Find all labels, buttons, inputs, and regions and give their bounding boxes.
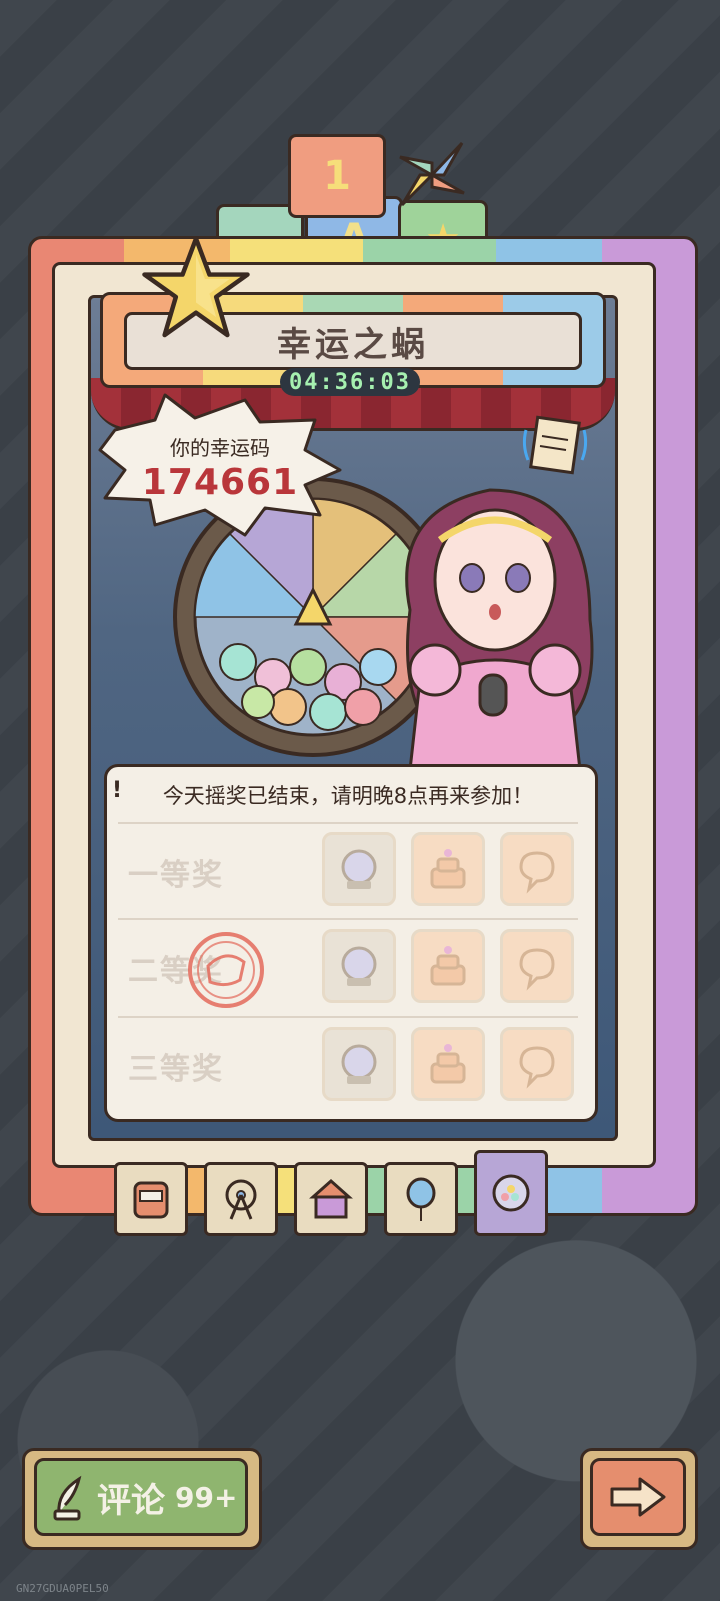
cake-icon <box>430 1044 466 1084</box>
prize-slot[interactable] <box>411 832 485 906</box>
divider <box>118 822 578 824</box>
comment-label: 评论 <box>97 1480 165 1521</box>
build-id: GN27GDUA0PEL50 <box>16 1582 109 1595</box>
prize-slot[interactable] <box>500 929 574 1003</box>
notice-paper-icon[interactable] <box>520 410 590 480</box>
prize-slot[interactable] <box>500 832 574 906</box>
stamp-icon <box>188 932 264 1008</box>
lucky-code-value: 174661 <box>141 462 299 503</box>
globe-icon <box>341 849 377 889</box>
prize-slot[interactable] <box>500 1027 574 1101</box>
lottery-ended-message: 今天摇奖已结束，请明晚8点再来参加！ <box>162 784 534 808</box>
tier-3-label: 三等奖 <box>128 1052 224 1087</box>
divider <box>118 1016 578 1018</box>
globe-icon <box>341 1044 377 1084</box>
tab-slot-machine[interactable] <box>114 1162 188 1236</box>
tab-lottery[interactable] <box>474 1150 548 1236</box>
bubble-icon <box>519 1046 555 1089</box>
bubble-icon <box>519 948 555 991</box>
block-number: 1 <box>288 134 386 218</box>
prize-slot[interactable] <box>322 929 396 1003</box>
tab-ferris-wheel[interactable] <box>204 1162 278 1236</box>
balloon-icon <box>406 1177 436 1221</box>
tier-1-label: 一等奖 <box>128 858 224 893</box>
circus-tent-icon <box>309 1178 353 1219</box>
host-character <box>405 488 594 770</box>
divider <box>118 918 578 920</box>
comment-button[interactable]: 评论 99+ <box>34 1458 248 1536</box>
prize-slot[interactable] <box>322 832 396 906</box>
star-icon <box>142 236 250 338</box>
cake-icon <box>430 946 466 986</box>
ferris-wheel-icon <box>225 1179 257 1220</box>
lucky-code-label: 你的幸运码 <box>170 436 270 460</box>
lottery-ball-icon <box>492 1174 530 1212</box>
prize-slot[interactable] <box>322 1027 396 1101</box>
quill-icon <box>53 1475 82 1521</box>
pinwheel-icon <box>399 141 465 207</box>
bubble-icon <box>519 851 555 894</box>
arrow-right-icon <box>610 1477 666 1517</box>
slot-machine-icon <box>133 1181 169 1219</box>
prize-slot[interactable] <box>411 929 485 1003</box>
page-title: 幸运之蜗 <box>277 324 429 365</box>
globe-icon <box>341 946 377 986</box>
prize-slot[interactable] <box>411 1027 485 1101</box>
tab-circus-tent[interactable] <box>294 1162 368 1236</box>
tab-balloon[interactable] <box>384 1162 458 1236</box>
comment-count: 99+ <box>175 1480 238 1514</box>
cake-icon <box>430 849 466 889</box>
next-button[interactable] <box>590 1458 686 1536</box>
